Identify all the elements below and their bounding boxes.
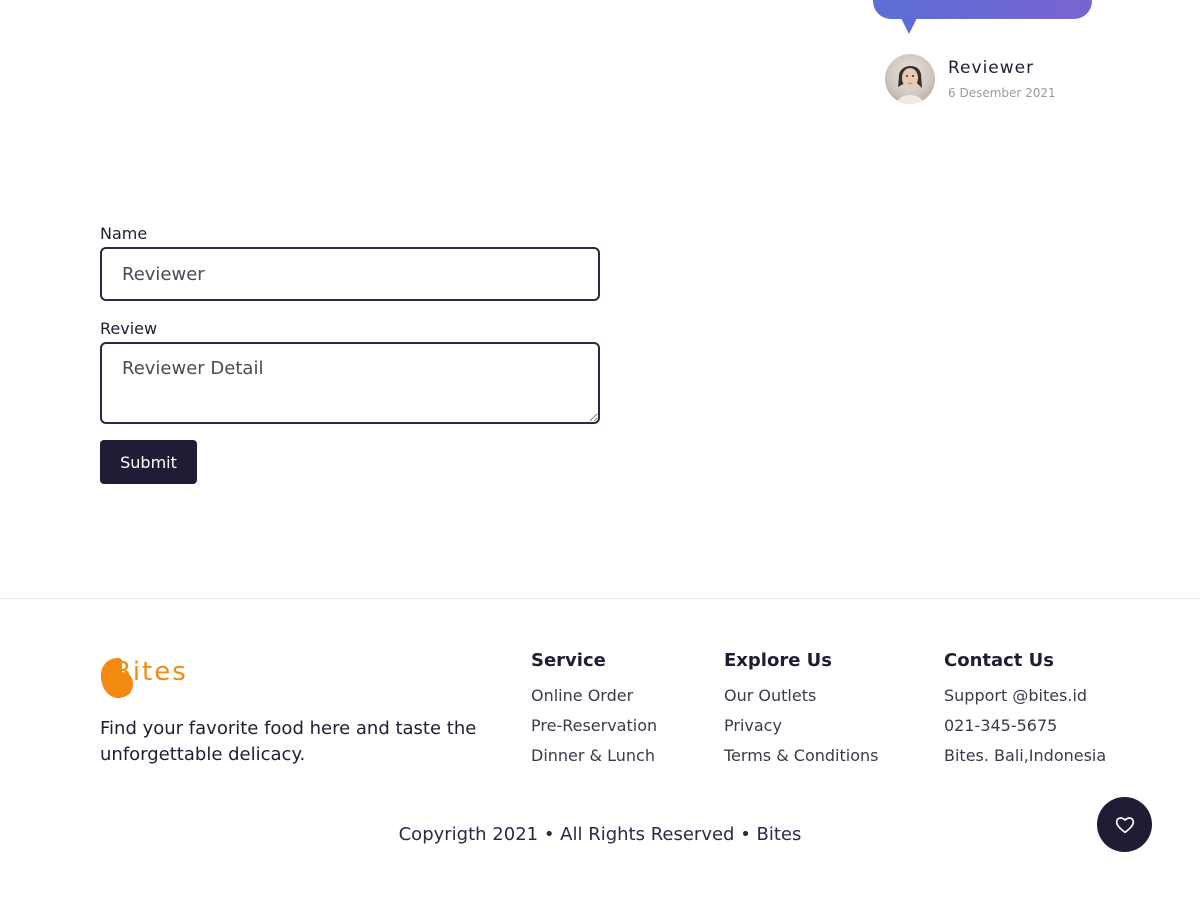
footer-column-explore: Explore Us Our Outlets Privacy Terms & C…: [724, 650, 878, 771]
name-input[interactable]: [100, 247, 600, 301]
heart-icon: [1115, 816, 1134, 833]
logo-text: Bites: [113, 657, 188, 687]
footer-link-terms[interactable]: Terms & Conditions: [724, 741, 878, 771]
footer-link-dinner-lunch[interactable]: Dinner & Lunch: [531, 741, 657, 771]
review-date: 6 Desember 2021: [948, 86, 1056, 100]
footer-column-title: Contact Us: [944, 650, 1055, 671]
footer-link-our-outlets[interactable]: Our Outlets: [724, 681, 878, 711]
avatar-portrait: [897, 65, 923, 104]
reviewer-name: Reviewer: [948, 58, 1035, 78]
footer-link-support-email[interactable]: Support @bites.id: [944, 681, 1106, 711]
copyright-text: Copyrigth 2021 • All Rights Reserved • B…: [398, 824, 802, 845]
favorite-button[interactable]: [1097, 797, 1152, 852]
review-form: Name Review Submit: [100, 224, 600, 484]
footer-link-address[interactable]: Bites. Bali,Indonesia: [944, 741, 1106, 771]
review-textarea[interactable]: [100, 342, 600, 424]
footer-column-title: Explore Us: [724, 650, 833, 671]
footer-link-pre-reservation[interactable]: Pre-Reservation: [531, 711, 657, 741]
submit-button[interactable]: Submit: [100, 440, 197, 484]
footer-divider: [0, 598, 1200, 599]
footer-link-phone[interactable]: 021-345-5675: [944, 711, 1106, 741]
page: Reviewer 6 Desember 2021 Name Review Sub…: [0, 0, 1200, 900]
footer-column-contact: Contact Us Support @bites.id 021-345-567…: [944, 650, 1106, 771]
footer-column-title: Service: [531, 650, 606, 671]
reviewer-avatar: [885, 54, 935, 104]
review-bubble: [873, 0, 1092, 19]
footer-tagline: Find your favorite food here and taste t…: [100, 718, 477, 765]
footer-link-privacy[interactable]: Privacy: [724, 711, 878, 741]
review-bubble-tail: [901, 18, 917, 34]
footer-column-service: Service Online Order Pre-Reservation Din…: [531, 650, 657, 771]
review-label: Review: [100, 319, 158, 338]
footer-link-online-order[interactable]: Online Order: [531, 681, 657, 711]
name-label: Name: [100, 224, 148, 243]
